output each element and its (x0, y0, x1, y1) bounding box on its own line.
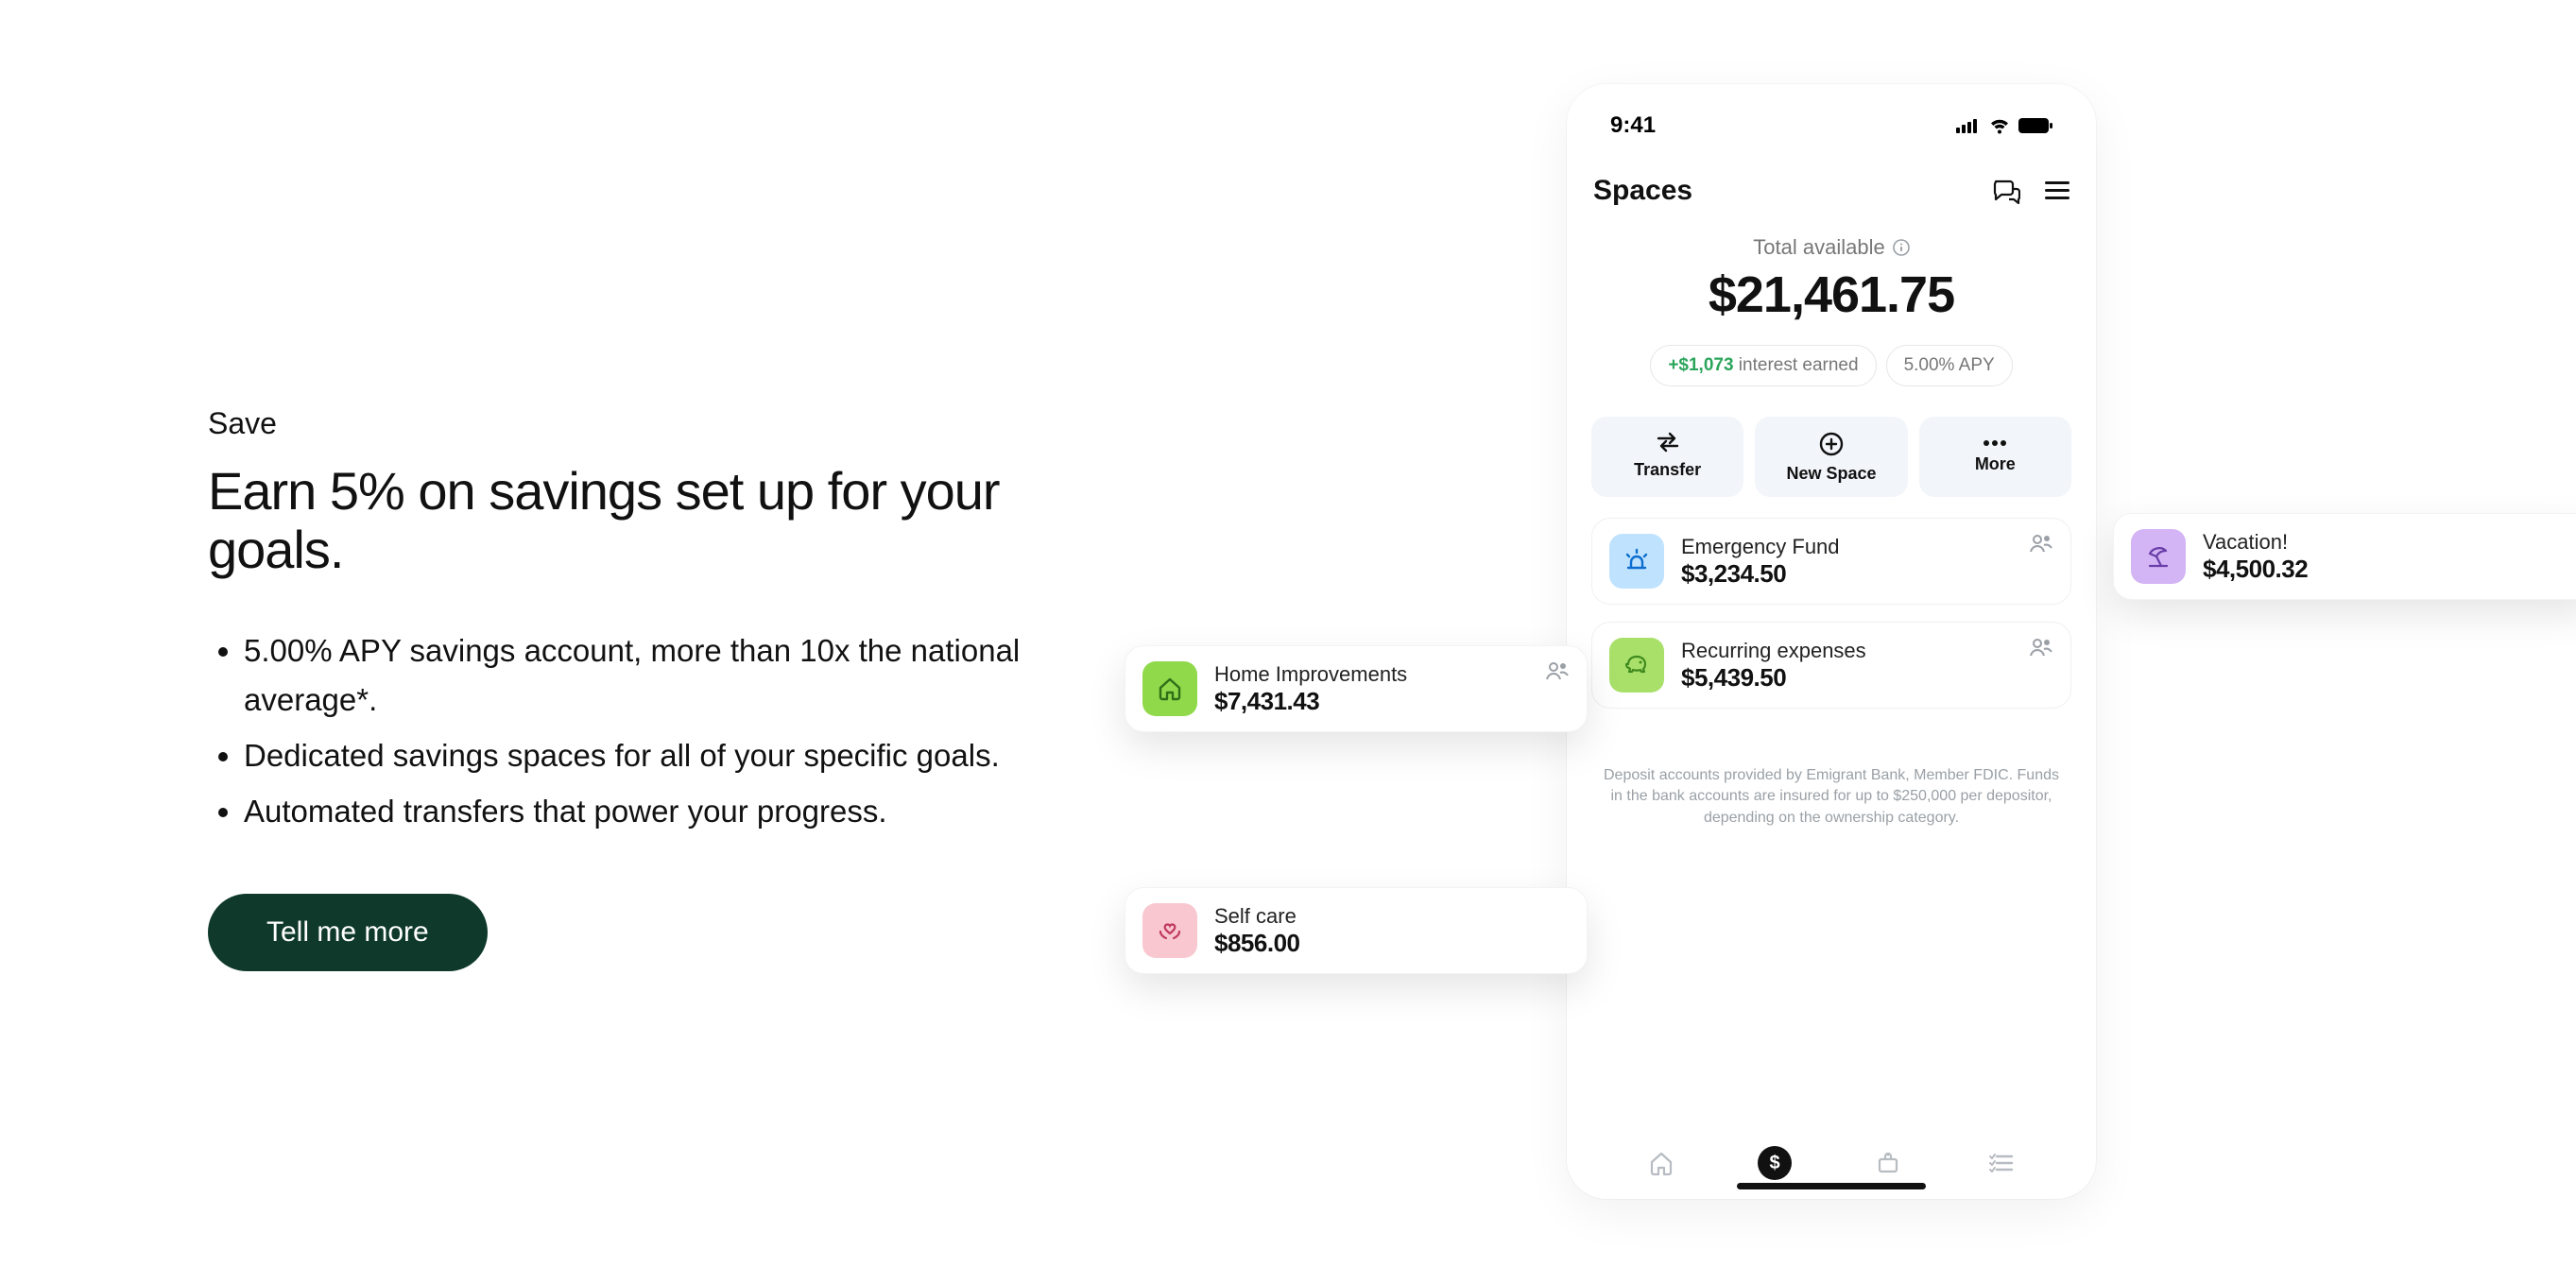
space-name: Self care (1214, 904, 1570, 929)
disclosure-text: Deposit accounts provided by Emigrant Ba… (1591, 765, 2071, 829)
space-amount: $7,431.43 (1214, 687, 1570, 716)
tab-list[interactable] (1984, 1146, 2018, 1180)
wifi-icon (1988, 117, 2011, 134)
status-bar: 9:41 (1591, 109, 2071, 167)
app-header: Spaces (1591, 167, 2071, 235)
space-card-vacation[interactable]: Vacation! $4,500.32 (2113, 513, 2576, 600)
status-time: 9:41 (1610, 112, 1656, 139)
siren-icon (1623, 547, 1651, 575)
menu-icon[interactable] (2045, 181, 2069, 200)
people-icon (2029, 534, 2053, 553)
space-amount: $4,500.32 (2203, 555, 2576, 584)
space-card-recurring[interactable]: Recurring expenses $5,439.50 (1591, 622, 2071, 709)
space-card-home-improvements[interactable]: Home Improvements $7,431.43 (1125, 645, 1588, 732)
feature-list-item: 5.00% APY savings account, more than 10x… (244, 626, 1106, 727)
interest-earned-suffix: interest earned (1734, 355, 1859, 375)
transfer-label: Transfer (1601, 460, 1734, 480)
new-space-label: New Space (1764, 464, 1898, 484)
chat-icon[interactable] (1992, 178, 2020, 204)
tab-money[interactable]: $ (1758, 1146, 1792, 1180)
space-amount: $3,234.50 (1681, 559, 2053, 589)
home-icon (1156, 675, 1184, 703)
transfer-action[interactable]: Transfer (1591, 417, 1743, 497)
people-icon (2029, 638, 2053, 657)
people-icon (1545, 661, 1570, 680)
space-card-emergency[interactable]: Emergency Fund $3,234.50 (1591, 518, 2071, 605)
space-amount: $856.00 (1214, 929, 1570, 958)
cellular-icon (1956, 118, 1981, 133)
space-name: Vacation! (2203, 530, 2576, 555)
beach-umbrella-icon (2144, 542, 2172, 571)
tell-me-more-button[interactable]: Tell me more (208, 894, 488, 971)
space-amount: $5,439.50 (1681, 663, 2053, 693)
interest-earned-amount: +$1,073 (1668, 355, 1733, 375)
tab-briefcase[interactable] (1871, 1146, 1905, 1180)
dollar-icon: $ (1769, 1153, 1779, 1174)
info-icon[interactable] (1893, 239, 1910, 256)
piggy-bank-icon (1623, 651, 1651, 679)
feature-list-item: Automated transfers that power your prog… (244, 787, 1106, 837)
tab-home[interactable] (1644, 1146, 1678, 1180)
tab-bar: $ (1567, 1137, 2096, 1180)
total-available-label: Total available (1591, 235, 2071, 260)
space-card-self-care[interactable]: Self care $856.00 (1125, 887, 1588, 974)
home-indicator (1737, 1183, 1926, 1189)
feature-list-item: Dedicated savings spaces for all of your… (244, 731, 1106, 781)
battery-icon (2018, 118, 2052, 133)
section-eyebrow: Save (208, 406, 1106, 441)
more-action[interactable]: More (1919, 417, 2071, 497)
total-available-amount: $21,461.75 (1591, 265, 2071, 324)
space-name: Emergency Fund (1681, 535, 2053, 559)
space-name: Recurring expenses (1681, 639, 2053, 663)
more-icon (1929, 439, 2062, 447)
space-name: Home Improvements (1214, 662, 1570, 687)
feature-list: 5.00% APY savings account, more than 10x… (244, 626, 1106, 837)
interest-earned-pill[interactable]: +$1,073 interest earned (1650, 345, 1876, 386)
phone-mockup: 9:41 Spaces (1567, 84, 2096, 1199)
apy-pill[interactable]: 5.00% APY (1886, 345, 2013, 386)
headline: Earn 5% on savings set up for your goals… (208, 462, 1058, 578)
total-available-text: Total available (1753, 235, 1884, 260)
more-label: More (1929, 454, 2062, 474)
app-title: Spaces (1593, 175, 1692, 207)
plus-circle-icon (1764, 432, 1898, 456)
new-space-action[interactable]: New Space (1755, 417, 1907, 497)
hands-heart-icon (1156, 916, 1184, 945)
transfer-icon (1601, 432, 1734, 453)
